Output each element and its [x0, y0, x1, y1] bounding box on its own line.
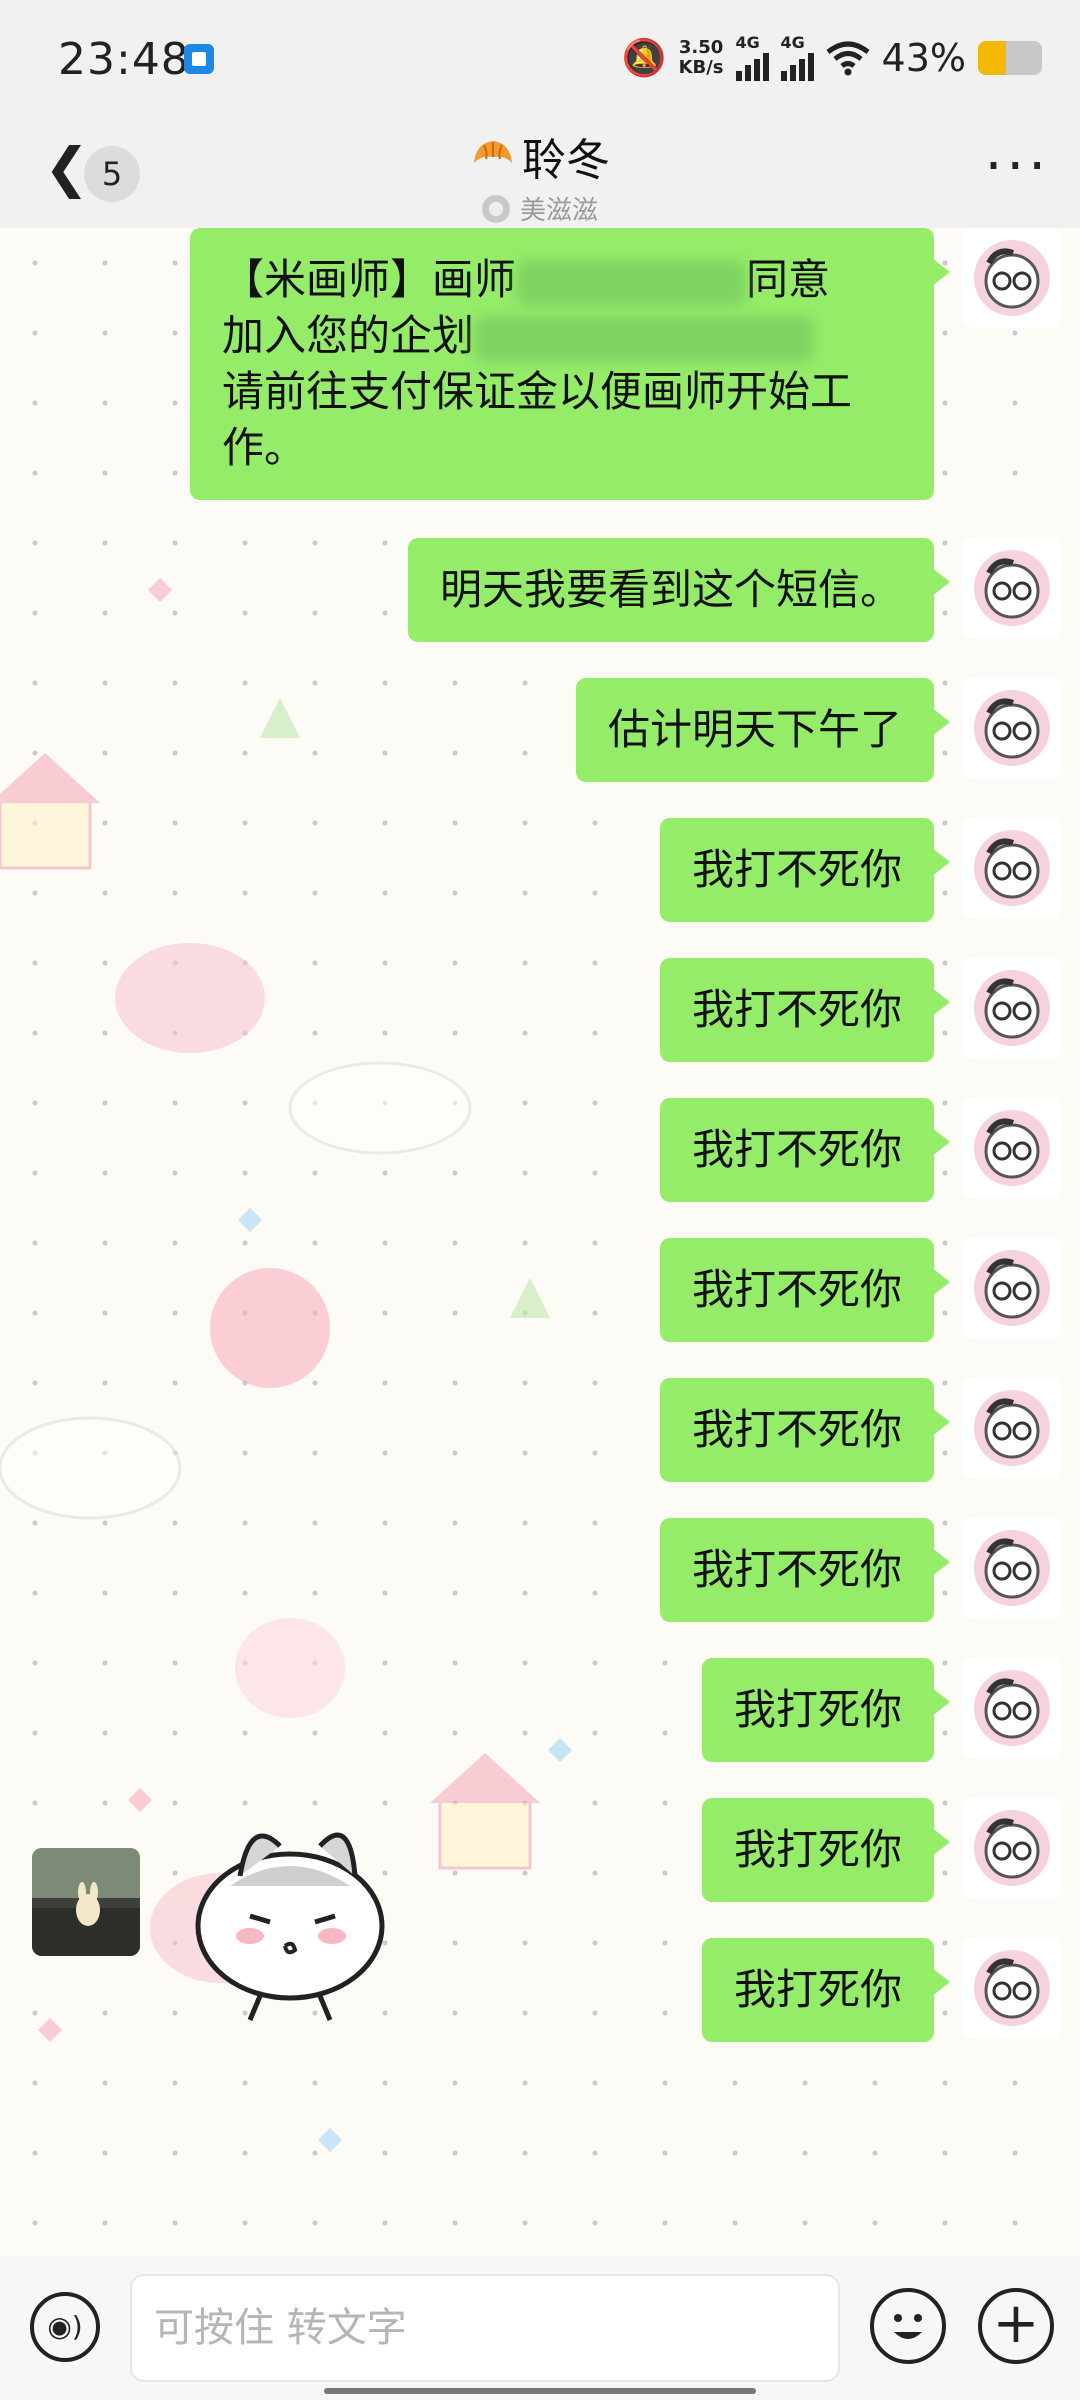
avatar-image — [974, 690, 1050, 766]
status-face-icon — [481, 194, 510, 223]
network-speed: 3.50 KB/s — [679, 38, 724, 78]
message-text-line-3: 请前往支付保证金以便画师开始工 — [222, 367, 853, 416]
chat-area[interactable]: 【米画师】画师 同意 加入您的企划 请前往支付保证金以便画师开始工 作。 明天我要… — [0, 228, 1080, 2256]
avatar[interactable] — [962, 1378, 1062, 1478]
message-row: 我打不死你 — [659, 818, 1080, 922]
avatar[interactable] — [962, 1098, 1062, 1198]
more-dots-icon[interactable]: ··· — [985, 134, 1050, 199]
message-row: 【米画师】画师 同意 加入您的企划 请前往支付保证金以便画师开始工 作。 — [190, 228, 1080, 500]
app-notification-icon — [184, 44, 214, 74]
avatar-image — [974, 1110, 1050, 1186]
message-row: 我打不死你 — [659, 1518, 1080, 1622]
message-text-line-1b: 同意 — [746, 255, 831, 304]
avatar-image — [974, 1670, 1050, 1746]
input-bar: ◉) 可按住 转文字 + — [0, 2256, 1080, 2400]
message-row: 估计明天下午了 — [575, 678, 1080, 782]
message-row: 我打不死你 — [659, 958, 1080, 1062]
avatar[interactable] — [962, 228, 1062, 328]
croissant-icon — [474, 141, 512, 163]
avatar[interactable] — [962, 1518, 1062, 1618]
avatar-image — [974, 240, 1050, 316]
chat-header: ❮ 5 聆冬 美滋滋 ··· — [0, 120, 1080, 228]
battery-icon — [978, 41, 1042, 75]
message-bubble[interactable]: 我打不死你 — [659, 1098, 951, 1202]
status-icons: 🔕 3.50 KB/s 4G 4G 43% — [622, 30, 1042, 86]
message-bubble[interactable]: 我打不死你 — [659, 1378, 951, 1482]
message-bubble[interactable]: 我打死你 — [701, 1798, 951, 1902]
message-bubble[interactable]: 我打死你 — [701, 1938, 951, 2042]
avatar[interactable] — [962, 958, 1062, 1058]
message-bubble[interactable]: 估计明天下午了 — [575, 678, 951, 782]
redacted-blur — [474, 315, 815, 362]
message-row: 我打不死你 — [659, 1378, 1080, 1482]
signal-1-icon — [735, 51, 769, 81]
voice-icon[interactable]: ◉) — [30, 2292, 100, 2362]
message-bubble[interactable]: 明天我要看到这个短信。 — [407, 538, 951, 642]
emoji-icon[interactable] — [870, 2288, 946, 2364]
network-speed-unit: KB/s — [678, 57, 724, 78]
avatar[interactable] — [962, 1658, 1062, 1758]
clock: 23:48 — [58, 34, 190, 85]
avatar[interactable] — [962, 538, 1062, 638]
avatar-image — [974, 1250, 1050, 1326]
message-bubble[interactable]: 我打死你 — [701, 1658, 951, 1762]
message-bubble[interactable]: 我打不死你 — [659, 818, 951, 922]
avatar-image — [974, 830, 1050, 906]
message-row: 我打不死你 — [659, 1238, 1080, 1342]
avatar-image — [974, 1950, 1050, 2026]
message-bubble[interactable]: 我打不死你 — [659, 1238, 951, 1342]
status-bar: 23:48 🔕 3.50 KB/s 4G 4G 43% — [0, 0, 1080, 120]
partner-avatar[interactable] — [32, 1848, 140, 1956]
signal-2-icon — [780, 51, 814, 81]
mute-bell-icon: 🔕 — [621, 38, 667, 79]
redacted-blur — [516, 259, 747, 306]
chat-title[interactable]: 聆冬 — [470, 124, 610, 188]
plus-icon[interactable]: + — [978, 2288, 1054, 2364]
rabbit-sticker[interactable] — [170, 1806, 410, 2026]
avatar-image — [974, 970, 1050, 1046]
chat-subtitle-text: 美滋滋 — [519, 196, 598, 226]
network-speed-value: 3.50 — [678, 37, 724, 58]
message-row: 我打死你 — [701, 1798, 1080, 1902]
avatar[interactable] — [962, 1238, 1062, 1338]
message-bubble[interactable]: 我打不死你 — [659, 958, 951, 1062]
home-indicator[interactable] — [324, 2388, 756, 2394]
avatar[interactable] — [962, 818, 1062, 918]
avatar-image — [974, 550, 1050, 626]
avatar[interactable] — [962, 1938, 1062, 2038]
message-input[interactable]: 可按住 转文字 — [130, 2274, 840, 2382]
wifi-icon — [825, 41, 870, 76]
title-block: 聆冬 美滋滋 — [0, 120, 1080, 227]
message-text-line-4: 作。 — [222, 423, 307, 472]
chat-title-text: 聆冬 — [522, 135, 610, 186]
message-row: 我打不死你 — [659, 1098, 1080, 1202]
message-text-line-1a: 【米画师】画师 — [222, 255, 517, 304]
avatar[interactable] — [962, 678, 1062, 778]
signal-2-label: 4G — [780, 33, 805, 52]
message-row: 我打死你 — [701, 1658, 1080, 1762]
message-text-line-2: 加入您的企划 — [222, 311, 475, 360]
avatar[interactable] — [962, 1798, 1062, 1898]
avatar-image — [974, 1390, 1050, 1466]
signal-2: 4G — [780, 33, 814, 81]
emoji-face-glyph — [894, 2314, 922, 2339]
message-bubble[interactable]: 【米画师】画师 同意 加入您的企划 请前往支付保证金以便画师开始工 作。 — [190, 228, 950, 500]
message-row: 我打死你 — [701, 1938, 1080, 2042]
avatar-image — [974, 1810, 1050, 1886]
message-row: 明天我要看到这个短信。 — [407, 538, 1080, 642]
avatar-image — [974, 1530, 1050, 1606]
signal-1: 4G — [735, 33, 769, 81]
battery-percent: 43% — [881, 36, 966, 80]
chat-subtitle: 美滋滋 — [0, 190, 1080, 227]
partner-avatar-image — [32, 1848, 140, 1956]
signal-1-label: 4G — [735, 33, 760, 52]
message-bubble[interactable]: 我打不死你 — [659, 1518, 951, 1622]
